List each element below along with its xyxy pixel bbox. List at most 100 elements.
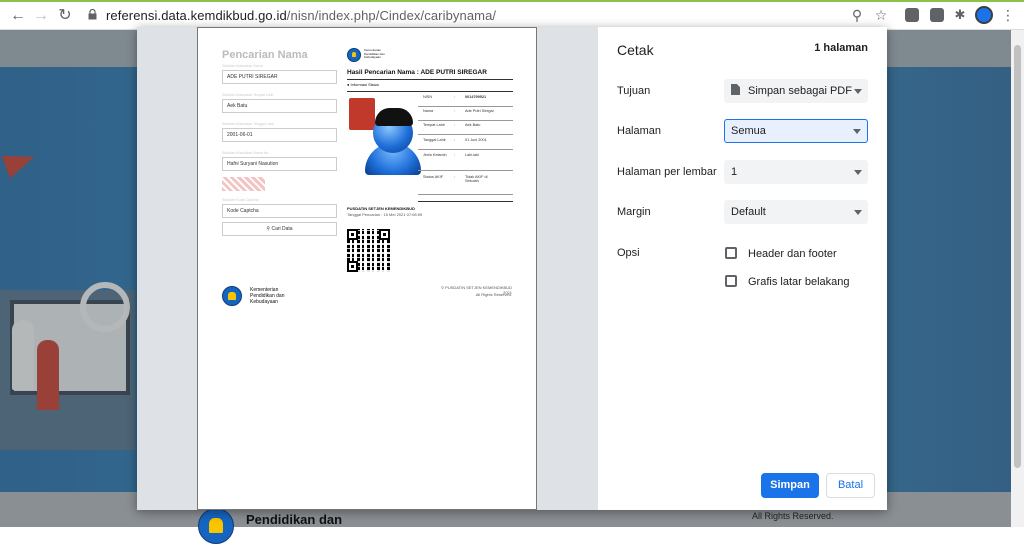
star-icon[interactable]: ☆ — [873, 7, 889, 23]
preview-field-label: Silahkan Masukkan Nama Ibu — [222, 151, 269, 155]
divider — [347, 79, 513, 80]
print-preview-pane: Pencarian Nama Silahkan Masukkan Nama AD… — [137, 27, 598, 510]
ministry-line: Kebudayaan — [250, 299, 279, 305]
table-row: Tempat Lahir: Aek Batu — [418, 123, 513, 135]
chevron-down-icon — [854, 89, 862, 94]
print-dialog: Pencarian Nama Silahkan Masukkan Nama AD… — [137, 27, 887, 510]
pages-per-sheet-value: 1 — [731, 166, 738, 178]
preview-field-label: Silahkan Masukkan Nama — [222, 64, 263, 68]
table-row: Status AKIF: Tidak AKIF di Sekolah — [418, 175, 513, 195]
rights-text: All Rights Reserved. — [475, 292, 512, 297]
ministry-name-small: Kementerian Pendidikan dan Kebudayaan — [364, 48, 385, 60]
divider — [418, 201, 513, 202]
row-value: Aek Batu — [465, 123, 481, 127]
table-row: Jenis Kelamin: Laki-laki — [418, 153, 513, 171]
row-key: Tanggal Lahir — [423, 138, 446, 142]
row-key: Status AKIF — [423, 175, 444, 179]
footer-rights: All Rights Reserved. — [752, 511, 834, 521]
background-graphics-label[interactable]: Grafis latar belakang — [748, 276, 850, 288]
extension-icon[interactable] — [930, 8, 944, 22]
row-value: 0014799521 — [465, 95, 487, 99]
chevron-down-icon — [854, 170, 862, 175]
margin-value: Default — [731, 206, 766, 218]
preview-search-button: ⚲ Cari Data — [222, 222, 337, 236]
preview-captcha-field: Kode Captcha — [222, 204, 337, 218]
result-title: Hasil Pencarian Nama : ADE PUTRI SIREGAR — [347, 69, 487, 76]
row-value: Ade Putri Siregar — [465, 109, 494, 113]
chevron-down-icon — [853, 129, 861, 134]
lock-icon[interactable] — [88, 9, 97, 20]
preview-search-heading: Pencarian Nama — [222, 49, 308, 61]
browser-toolbar: ← → ↻ referensi.data.kemdikbud.go.id/nis… — [0, 0, 1024, 30]
dialog-title: Cetak — [617, 42, 654, 58]
row-colon: : — [454, 95, 456, 99]
destination-value: Simpan sebagai PDF — [748, 85, 852, 97]
student-avatar-hair — [375, 108, 413, 126]
profile-avatar[interactable] — [975, 6, 993, 24]
preview-field-label: Silahkan Masukkan Tanggal Lahir — [222, 122, 275, 126]
preview-page: Pencarian Nama Silahkan Masukkan Nama AD… — [197, 27, 537, 510]
row-colon: : — [454, 109, 456, 113]
row-key: Nama — [423, 109, 434, 113]
qr-corner — [347, 261, 358, 272]
cancel-button[interactable]: Batal — [826, 473, 875, 498]
scrollbar-thumb[interactable] — [1014, 45, 1021, 468]
options-label: Opsi — [617, 247, 640, 259]
qr-corner — [347, 229, 358, 240]
ministry-logo — [222, 286, 242, 306]
preview-field-label: Silahkan Kode Captcha — [222, 198, 259, 202]
row-colon: : — [454, 138, 456, 142]
photo-book — [349, 98, 375, 130]
ministry-logo-small — [347, 48, 361, 62]
row-colon: : — [454, 153, 456, 157]
save-button[interactable]: Simpan — [761, 473, 819, 498]
row-key: Jenis Kelamin — [423, 153, 447, 157]
background-graphics-checkbox[interactable] — [725, 275, 737, 287]
row-value: 01 Juni 2001 — [465, 138, 487, 142]
destination-select[interactable]: Simpan sebagai PDF — [724, 79, 868, 103]
address-bar[interactable]: referensi.data.kemdikbud.go.id/nisn/inde… — [106, 8, 496, 23]
preview-name-field: ADE PUTRI SIREGAR — [222, 70, 337, 84]
footer-title: Pendidikan dan — [246, 512, 343, 527]
menu-icon[interactable]: ⋮ — [1000, 7, 1016, 23]
pages-label: Halaman — [617, 125, 662, 137]
print-settings-panel: Cetak 1 halaman Tujuan Simpan sebagai PD… — [598, 27, 887, 510]
back-icon[interactable]: ← — [8, 6, 28, 26]
extension-icon[interactable] — [905, 8, 919, 22]
row-value: Tidak AKIF di Sekolah — [465, 175, 488, 183]
url-host: referensi.data.kemdikbud.go.id — [106, 8, 287, 23]
row-colon: : — [454, 175, 456, 179]
preview-mother-field: Hafni Suryani Nasution — [222, 157, 337, 171]
zoom-icon[interactable]: ⚲ — [849, 7, 865, 23]
student-info-tab: ● Informasi Siswa — [347, 82, 379, 87]
pages-per-sheet-select[interactable]: 1 — [724, 160, 868, 184]
puzzle-icon[interactable]: ✱ — [952, 7, 968, 23]
table-row: Tanggal Lahir: 01 Juni 2001 — [418, 138, 513, 150]
header-footer-checkbox[interactable] — [725, 247, 737, 259]
pages-value: Semua — [731, 125, 766, 137]
divider — [347, 91, 513, 92]
pages-per-sheet-label: Halaman per lembar — [617, 166, 717, 178]
preview-date-field: 2001-06-01 — [222, 128, 337, 142]
footer-logo — [198, 508, 234, 544]
file-icon — [731, 84, 740, 95]
forward-icon[interactable]: → — [31, 6, 51, 26]
destination-label: Tujuan — [617, 85, 651, 97]
student-info-label: Informasi Siswa — [350, 82, 379, 87]
url-path: /nisn/index.php/Cindex/caribynama/ — [286, 8, 497, 23]
chevron-down-icon — [854, 210, 862, 215]
row-colon: : — [454, 123, 456, 127]
table-row: NISN: 0014799521 — [418, 95, 513, 107]
row-value: Laki-laki — [465, 153, 479, 157]
row-key: Tempat Lahir — [423, 123, 445, 127]
pages-select[interactable]: Semua — [724, 119, 868, 143]
preview-place-field: Aek Batu — [222, 99, 337, 113]
margin-select[interactable]: Default — [724, 200, 868, 224]
ministry-name: Kementerian Pendidikan dan Kebudayaan — [250, 287, 284, 305]
reload-icon[interactable]: ↻ — [55, 6, 75, 26]
ministry-line: Kebudayaan — [364, 55, 381, 59]
margin-label: Margin — [617, 206, 651, 218]
preview-captcha-image — [222, 177, 265, 191]
qr-corner — [379, 229, 390, 240]
header-footer-label[interactable]: Header dan footer — [748, 248, 837, 260]
